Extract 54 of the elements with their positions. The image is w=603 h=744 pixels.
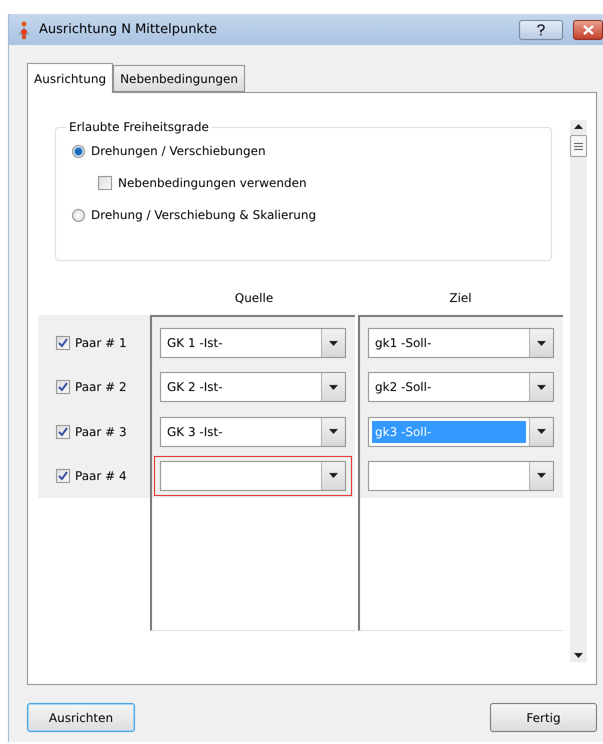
dropdown-button[interactable] <box>529 418 553 446</box>
option-label: Drehung / Verschiebung & Skalierung <box>91 208 316 222</box>
dropdown-field[interactable] <box>160 460 346 491</box>
scrollbar[interactable] <box>570 120 587 662</box>
scroll-thumb[interactable] <box>570 135 587 157</box>
dialog-button[interactable]: Ausrichten <box>27 703 135 732</box>
column-header: Ziel <box>449 291 472 305</box>
tab[interactable]: Ausrichtung <box>27 63 114 93</box>
dropdown-button[interactable] <box>321 418 345 446</box>
dropdown-field[interactable]: GK 1 -Ist- <box>160 328 346 358</box>
option-label: Nebenbedingungen verwenden <box>118 176 307 190</box>
pair-label: Paar # 3 <box>75 424 127 439</box>
tab[interactable]: Nebenbedingungen <box>113 65 246 92</box>
group-title: Erlaubte Freiheitsgrade <box>68 120 210 134</box>
dropdown-button[interactable] <box>529 373 553 402</box>
caret-icon <box>329 340 338 346</box>
caret-icon <box>329 473 338 478</box>
window-title: Ausrichtung N Mittelpunkte <box>39 22 218 37</box>
dropdown-button[interactable] <box>321 462 345 490</box>
radio-button[interactable] <box>72 208 85 222</box>
column-header: Quelle <box>234 291 274 305</box>
dropdown-button[interactable] <box>529 462 553 490</box>
help-button[interactable] <box>519 20 563 40</box>
caret-icon <box>537 473 546 478</box>
checkbox[interactable] <box>56 336 70 350</box>
app-icon <box>15 20 33 38</box>
scroll-up-icon <box>574 124 583 129</box>
scroll-down-icon <box>574 653 583 658</box>
dropdown-field[interactable]: gk2 -Soll- <box>368 372 554 402</box>
caret-icon <box>537 340 546 346</box>
dropdown-button[interactable] <box>529 329 553 358</box>
checkbox[interactable] <box>56 380 70 394</box>
dropdown-button[interactable] <box>321 373 345 402</box>
caret-icon <box>329 429 338 434</box>
pair-label: Paar # 1 <box>75 336 127 350</box>
help-icon <box>537 24 545 36</box>
checkbox[interactable] <box>98 176 112 190</box>
close-icon <box>582 24 594 34</box>
dropdown-field[interactable]: gk1 -Soll- <box>368 328 554 358</box>
dropdown-field[interactable] <box>368 460 554 491</box>
caret-icon <box>537 429 546 434</box>
caret-icon <box>537 384 546 390</box>
checkbox[interactable] <box>56 424 70 439</box>
close-button[interactable] <box>573 20 603 40</box>
dropdown-button[interactable] <box>321 329 345 358</box>
caret-icon <box>329 384 338 390</box>
dropdown-field[interactable]: GK 3 -Ist- <box>160 416 346 447</box>
dialog-button[interactable]: Fertig <box>490 703 597 732</box>
dropdown-field[interactable]: GK 2 -Ist- <box>160 372 346 402</box>
checkbox[interactable] <box>56 468 70 483</box>
pair-label: Paar # 4 <box>75 468 127 483</box>
radio-button[interactable] <box>72 144 85 158</box>
pair-label: Paar # 2 <box>75 380 127 394</box>
option-label: Drehungen / Verschiebungen <box>91 144 266 158</box>
